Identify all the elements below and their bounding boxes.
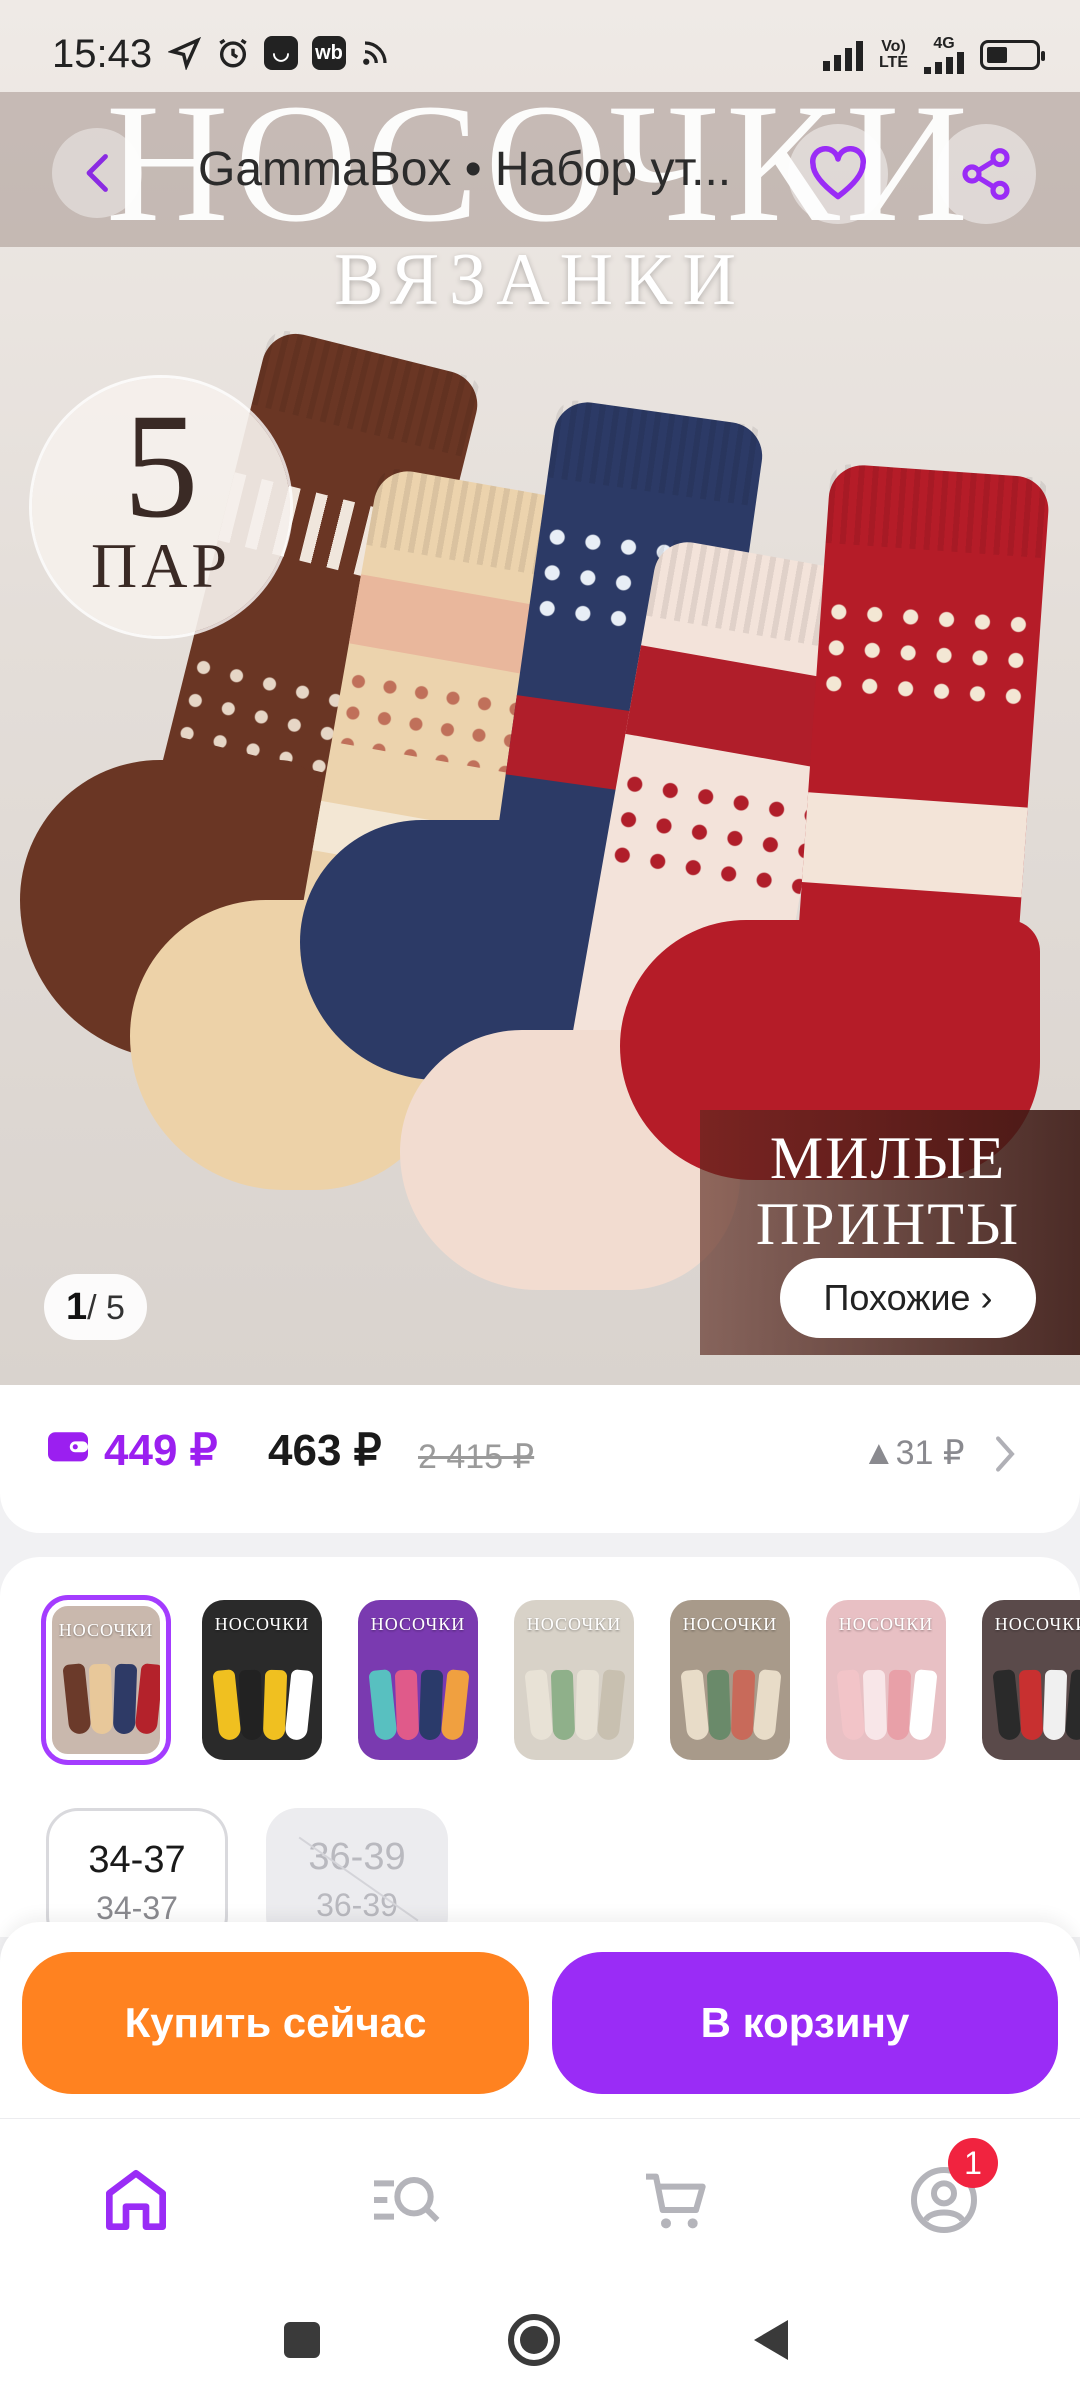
add-to-cart-button[interactable]: В корзину [552, 1952, 1058, 2094]
variant-thumbnail-label: НОСОЧКИ [682, 1614, 778, 1634]
variant-thumbnail-label: НОСОЧКИ [994, 1614, 1080, 1634]
favorite-button[interactable] [788, 124, 888, 224]
catalog-search-icon [374, 2177, 440, 2223]
variant-thumbnail-label: НОСОЧКИ [58, 1620, 154, 1640]
variant-sock-swatch [368, 1669, 398, 1741]
rss-icon [363, 41, 387, 65]
variant-sock-swatch [886, 1669, 912, 1741]
alarm-icon [219, 38, 247, 68]
app-notification-icon: ◡ [264, 36, 298, 70]
buy-now-button[interactable]: Купить сейчас [22, 1952, 529, 2094]
variant-sock-swatch [1018, 1669, 1044, 1741]
profile-notification-badge: 1 [948, 2138, 998, 2188]
promo-text: МИЛЫЕ ПРИНТЫ [755, 1125, 1021, 1257]
variant-sock-swatch [574, 1669, 600, 1741]
variant-sock-swatch [680, 1669, 710, 1741]
variant-sock-swatch [284, 1669, 314, 1741]
variant-sock-swatch [134, 1663, 160, 1735]
price-difference: ▲31 ₽ [862, 1434, 965, 1472]
status-time: 15:43 [52, 32, 153, 76]
variant-sock-swatch [836, 1669, 866, 1741]
signal-icon [822, 39, 863, 71]
pack-count-badge: 5 ПАР [32, 378, 290, 636]
variant-sock-swatch [418, 1669, 444, 1741]
variant-sock-swatch [62, 1663, 92, 1735]
variant-sock-swatch [706, 1669, 732, 1741]
nav-home[interactable] [96, 2160, 176, 2240]
wb-app-icon: wb [312, 36, 346, 70]
system-navigation-bar [0, 2278, 1080, 2400]
variant-thumbnail[interactable]: НОСОЧКИ [202, 1600, 322, 1760]
home-icon [106, 2170, 167, 2230]
product-image-carousel[interactable]: НОСОЧКИ ВЯЗАНКИ 5 ПАР МИЛЫЕ ПРИНТЫ 1/ 5 … [0, 0, 1080, 1385]
variant-thumbnail[interactable]: НОСОЧКИ [514, 1600, 634, 1760]
variant-sock-swatch [862, 1669, 888, 1741]
variant-thumbnail[interactable]: НОСОЧКИ [46, 1600, 166, 1760]
variant-thumbnail-label: НОСОЧКИ [214, 1614, 310, 1634]
nav-cart[interactable] [636, 2160, 716, 2240]
variant-thumbnail-label: НОСОЧКИ [838, 1614, 934, 1634]
chevron-left-icon [86, 154, 108, 192]
variant-sock-swatch [1042, 1669, 1068, 1741]
variant-thumbnail[interactable]: НОСОЧКИ [982, 1600, 1080, 1760]
variant-sock-swatch [596, 1669, 626, 1741]
variant-sock-swatch [440, 1669, 470, 1741]
back-triangle-icon[interactable] [748, 2316, 792, 2364]
variant-sock-swatch [394, 1669, 420, 1741]
home-circle-icon[interactable] [506, 2312, 562, 2368]
status-system-icons: Vo) LTE 4G [822, 36, 1045, 74]
page-total: / 5 [87, 1289, 125, 1327]
current-price: 463 ₽ [268, 1426, 382, 1475]
variant-sock-swatch [752, 1669, 782, 1741]
share-icon [962, 148, 1010, 200]
variant-sock-swatch [112, 1663, 138, 1735]
chevron-right-icon [996, 1436, 1015, 1472]
variant-sock-swatch [524, 1669, 554, 1741]
variant-thumbnail-label: НОСОЧКИ [370, 1614, 466, 1634]
nav-catalog[interactable] [364, 2160, 444, 2240]
variant-sock-swatch [908, 1669, 938, 1741]
back-button[interactable] [52, 128, 142, 218]
old-price: 2 415 ₽ [418, 1438, 535, 1476]
battery-icon [980, 40, 1045, 70]
wallet-price: 449 ₽ [104, 1426, 218, 1475]
status-notification-icons: ◡ wb [168, 36, 390, 70]
recent-apps-icon[interactable] [282, 2320, 322, 2360]
variant-thumbnail-label: НОСОЧКИ [526, 1614, 622, 1634]
variant-sock-swatch [550, 1669, 576, 1741]
cart-icon [646, 2173, 706, 2229]
variant-sock-swatch [212, 1669, 242, 1741]
price-card[interactable]: 449 ₽ 463 ₽ 2 415 ₽ ▲31 ₽ [0, 1385, 1080, 1533]
navigation-arrow-icon [168, 36, 202, 70]
variant-sock-swatch [238, 1669, 264, 1741]
lte-icon: Vo) LTE [878, 38, 908, 71]
similar-products-button[interactable]: Похожие › [780, 1258, 1036, 1338]
variant-sock-swatch [992, 1669, 1022, 1741]
image-page-counter: 1/ 5 [44, 1274, 147, 1340]
heart-icon [810, 146, 866, 200]
variant-thumbnail[interactable]: НОСОЧКИ [826, 1600, 946, 1760]
variant-sock-swatch [262, 1669, 288, 1741]
variant-thumbnail[interactable]: НОСОЧКИ [358, 1600, 478, 1760]
signal-4g-icon: 4G [924, 36, 964, 74]
variant-sock-swatch [88, 1663, 114, 1735]
wallet-icon [48, 1432, 88, 1462]
image-subtitle-text: ВЯЗАНКИ [334, 239, 746, 321]
status-bar: 15:43 ◡ wb Vo) LTE 4G [0, 0, 1080, 92]
variant-sock-swatch [730, 1669, 756, 1741]
share-button[interactable] [936, 124, 1036, 224]
product-title: GammaBox • Набор ут... [198, 143, 732, 196]
page-current: 1 [66, 1286, 88, 1328]
variant-thumbnail[interactable]: НОСОЧКИ [670, 1600, 790, 1760]
